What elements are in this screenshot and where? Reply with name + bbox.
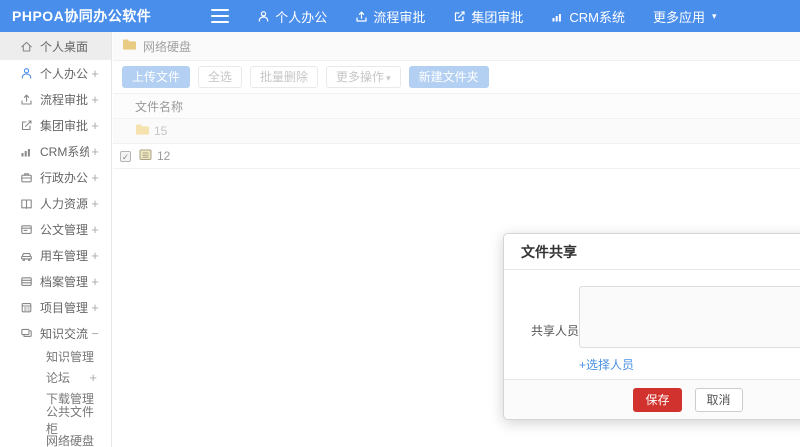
batch-delete-button[interactable]: 批量删除 [250, 66, 319, 88]
approve-icon [19, 92, 33, 106]
project-icon [19, 300, 33, 314]
modal-title: 文件共享 [521, 243, 577, 260]
folder-icon [135, 123, 150, 139]
folder-icon [122, 38, 137, 54]
share-members-input[interactable] [579, 286, 800, 348]
document-icon [19, 222, 33, 236]
sidebar-item-hr[interactable]: 人力资源 + [0, 190, 111, 216]
nav-item-process-approval[interactable]: 流程审批 [341, 0, 439, 32]
sidebar-subitem-forum[interactable]: 论坛 + [0, 367, 111, 388]
sidebar-subitem-knowledge-mgmt[interactable]: 知识管理 [0, 346, 111, 367]
sidebar-item-process-approval[interactable]: 流程审批 + [0, 86, 111, 112]
edit-icon [19, 118, 33, 132]
sidebar-item-archive-mgmt[interactable]: 档案管理 + [0, 268, 111, 294]
nav-item-label: 流程审批 [373, 9, 426, 25]
chart-icon [551, 10, 564, 23]
upload-file-button[interactable]: 上传文件 [122, 66, 191, 88]
breadcrumb: 网络硬盘 [113, 32, 800, 61]
nav-item-label: 更多应用 [652, 9, 705, 25]
nav-item-label: CRM系统 [569, 9, 625, 25]
file-table: 文件名称 15 ✓ 12 [113, 93, 800, 169]
expand-plus[interactable]: + [89, 222, 101, 237]
briefcase-icon [19, 170, 33, 184]
edit-icon [453, 10, 466, 23]
toolbar: 上传文件 全选 批量删除 更多操作 ▾ 新建文件夹 [113, 61, 800, 93]
sidebar-item-group-approval[interactable]: 集团审批 + [0, 112, 111, 138]
new-folder-button[interactable]: 新建文件夹 [408, 66, 489, 88]
sidebar-item-admin-office[interactable]: 行政办公 + [0, 164, 111, 190]
expand-plus[interactable]: + [89, 92, 101, 107]
user-icon [19, 66, 33, 80]
modal-footer: 保存 取消 [504, 379, 800, 419]
nav-item-group-approval[interactable]: 集团审批 [439, 0, 537, 32]
menu-toggle-icon[interactable] [211, 9, 230, 23]
save-button[interactable]: 保存 [633, 387, 682, 412]
modal-body: 共享人员 +选择人员 [504, 270, 800, 379]
expand-plus[interactable]: + [89, 118, 101, 133]
modal-header: 文件共享 [504, 234, 800, 270]
user-icon [257, 10, 270, 23]
nav-item-label: 集团审批 [471, 9, 524, 25]
car-icon [19, 248, 33, 262]
caret-down-icon: ▾ [386, 73, 391, 83]
sidebar-item-personal-desktop[interactable]: 个人桌面 [0, 32, 111, 60]
nav-item-personal-office[interactable]: 个人办公 [243, 0, 341, 32]
nav-item-more-apps[interactable]: 更多应用 ▾ [639, 0, 731, 32]
top-navbar: PHPOA协同办公软件 个人办公 流程审批 集团审批 CRM系统 更多应用 ▾ [0, 0, 800, 32]
select-members-link[interactable]: +选择人员 [579, 356, 634, 373]
select-all-button[interactable]: 全选 [198, 66, 243, 88]
file-name-column-header: 文件名称 [135, 99, 184, 114]
chart-icon [19, 144, 33, 158]
expand-plus[interactable]: + [89, 144, 101, 159]
sidebar-item-crm[interactable]: CRM系统 + [0, 138, 111, 164]
sidebar: 个人桌面 个人办公 + 流程审批 + 集团审批 + CRM系统 + 行政办公 +… [0, 32, 112, 447]
chat-icon [19, 326, 33, 340]
file-row-folder-15[interactable]: 15 [113, 119, 800, 144]
sidebar-subitem-public-file-cabinet[interactable]: 公共文件柜 [0, 405, 111, 436]
file-row-file-12[interactable]: ✓ 12 [113, 144, 800, 169]
share-members-label: 共享人员 [531, 324, 580, 338]
expand-minus[interactable]: − [89, 326, 101, 341]
approve-icon [355, 10, 368, 23]
file-name[interactable]: 12 [157, 149, 170, 163]
navbar-menu: 个人办公 流程审批 集团审批 CRM系统 更多应用 ▾ [243, 0, 730, 32]
caret-down-icon: ▾ [711, 10, 717, 21]
file-table-header: 文件名称 [113, 94, 800, 119]
file-icon [138, 148, 153, 164]
expand-plus[interactable]: + [89, 274, 101, 289]
sidebar-item-knowledge-exchange[interactable]: 知识交流 − [0, 320, 111, 346]
app-logo: PHPOA协同办公软件 [12, 8, 152, 24]
expand-plus[interactable]: + [89, 248, 101, 263]
more-actions-dropdown[interactable]: 更多操作 ▾ [326, 66, 401, 88]
breadcrumb-label: 网络硬盘 [143, 39, 192, 54]
expand-plus[interactable]: + [89, 370, 97, 385]
sidebar-item-document-mgmt[interactable]: 公文管理 + [0, 216, 111, 242]
file-checkbox[interactable]: ✓ [120, 150, 131, 162]
file-share-modal: 文件共享 共享人员 +选择人员 保存 取消 [503, 233, 800, 420]
file-name[interactable]: 15 [154, 124, 167, 138]
expand-plus[interactable]: + [89, 300, 101, 315]
sidebar-item-personal-office[interactable]: 个人办公 + [0, 60, 111, 86]
nav-item-crm[interactable]: CRM系统 [537, 0, 639, 32]
home-icon [19, 39, 33, 53]
sidebar-item-project-mgmt[interactable]: 项目管理 + [0, 294, 111, 320]
archive-icon [19, 274, 33, 288]
book-icon [19, 196, 33, 210]
cancel-button[interactable]: 取消 [694, 387, 743, 412]
nav-item-label: 个人办公 [275, 9, 328, 25]
expand-plus[interactable]: + [89, 170, 101, 185]
expand-plus[interactable]: + [89, 66, 101, 81]
sidebar-item-vehicle-mgmt[interactable]: 用车管理 + [0, 242, 111, 268]
expand-plus[interactable]: + [89, 196, 101, 211]
